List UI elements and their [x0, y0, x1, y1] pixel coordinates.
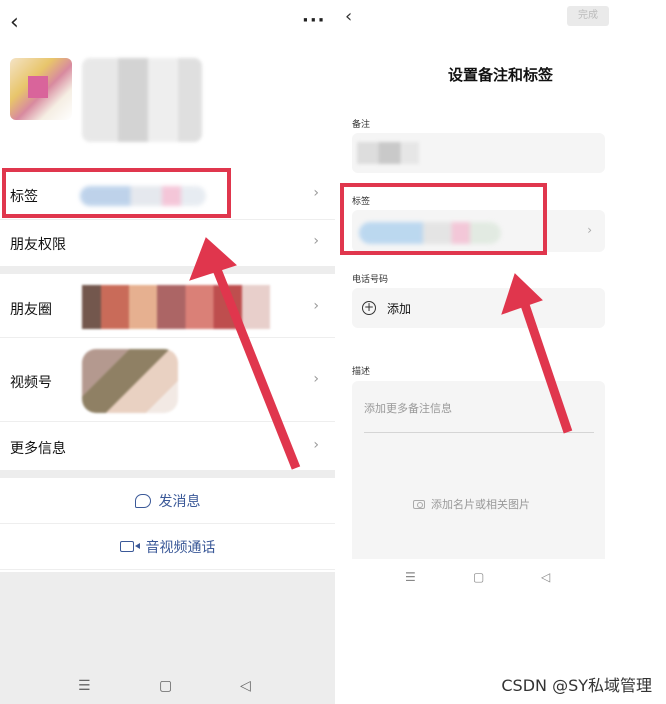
send-message-button[interactable]: 发消息 [0, 478, 335, 524]
nav-menu-icon[interactable]: ☰ [405, 570, 416, 584]
chevron-right-icon: › [587, 223, 592, 237]
section-divider [0, 266, 335, 274]
send-message-label: 发消息 [158, 493, 201, 510]
back-icon[interactable]: ‹ [10, 12, 24, 34]
nav-home-icon[interactable]: ▢ [159, 678, 172, 694]
blurred-moments-thumbnails [82, 285, 270, 329]
chevron-right-icon: › [313, 371, 319, 387]
chevron-right-icon: › [313, 233, 319, 249]
add-photo-label: 添加名片或相关图片 [431, 498, 530, 511]
remark-label: 备注 [352, 120, 371, 130]
add-circle-icon: + [362, 300, 376, 315]
nav-home-icon[interactable]: ▢ [473, 570, 484, 584]
friend-permissions-label: 朋友权限 [10, 237, 66, 253]
camera-icon [413, 499, 425, 509]
phone-label: 电话号码 [352, 275, 389, 285]
description-underline [364, 432, 594, 433]
watermark: CSDN @SY私域管理 [501, 676, 652, 695]
friend-permissions-row[interactable]: 朋友权限 › [0, 220, 335, 266]
moments-label: 朋友圈 [10, 302, 52, 318]
nav-back-icon[interactable]: ◁ [541, 570, 550, 584]
more-info-label: 更多信息 [10, 441, 66, 457]
section-divider [0, 470, 335, 478]
chevron-right-icon: › [313, 185, 319, 201]
description-input[interactable]: 添加更多备注信息 [364, 400, 452, 416]
chat-bubble-icon [134, 493, 151, 508]
avatar[interactable] [10, 58, 72, 120]
remark-and-tags-panel: ‹ 完成 设置备注和标签 备注 标签 › 电话号码 + 添加 描述 添加更多备注… [335, 0, 666, 704]
add-phone-label: 添加 [387, 302, 412, 316]
channels-label: 视频号 [10, 375, 52, 391]
back-icon[interactable]: ‹ [345, 6, 352, 27]
add-photo-button[interactable]: 添加名片或相关图片 [413, 496, 530, 512]
blurred-contact-name [82, 58, 202, 142]
av-call-label: 音视频通话 [145, 539, 216, 556]
description-label: 描述 [352, 367, 371, 377]
done-button[interactable]: 完成 [567, 6, 609, 26]
contact-profile-panel: ‹ ··· 标签 › 朋友权限 › 朋友圈 › 视频号 › 更多信息 › 发消息… [0, 0, 335, 704]
more-info-row[interactable]: 更多信息 › [0, 422, 335, 470]
page-title: 设置备注和标签 [447, 66, 553, 84]
video-camera-icon [119, 541, 140, 552]
more-options-icon[interactable]: ··· [302, 10, 326, 31]
nav-back-icon[interactable]: ◁ [240, 678, 251, 694]
av-call-button[interactable]: 音视频通话 [0, 524, 335, 570]
blurred-channel-thumbnail [82, 349, 178, 413]
nav-menu-icon[interactable]: ☰ [78, 678, 91, 694]
chevron-right-icon: › [313, 298, 319, 314]
chevron-right-icon: › [313, 437, 319, 453]
highlight-box-right [340, 183, 547, 255]
highlight-box-left [2, 168, 231, 218]
blurred-remark-value [357, 142, 419, 164]
